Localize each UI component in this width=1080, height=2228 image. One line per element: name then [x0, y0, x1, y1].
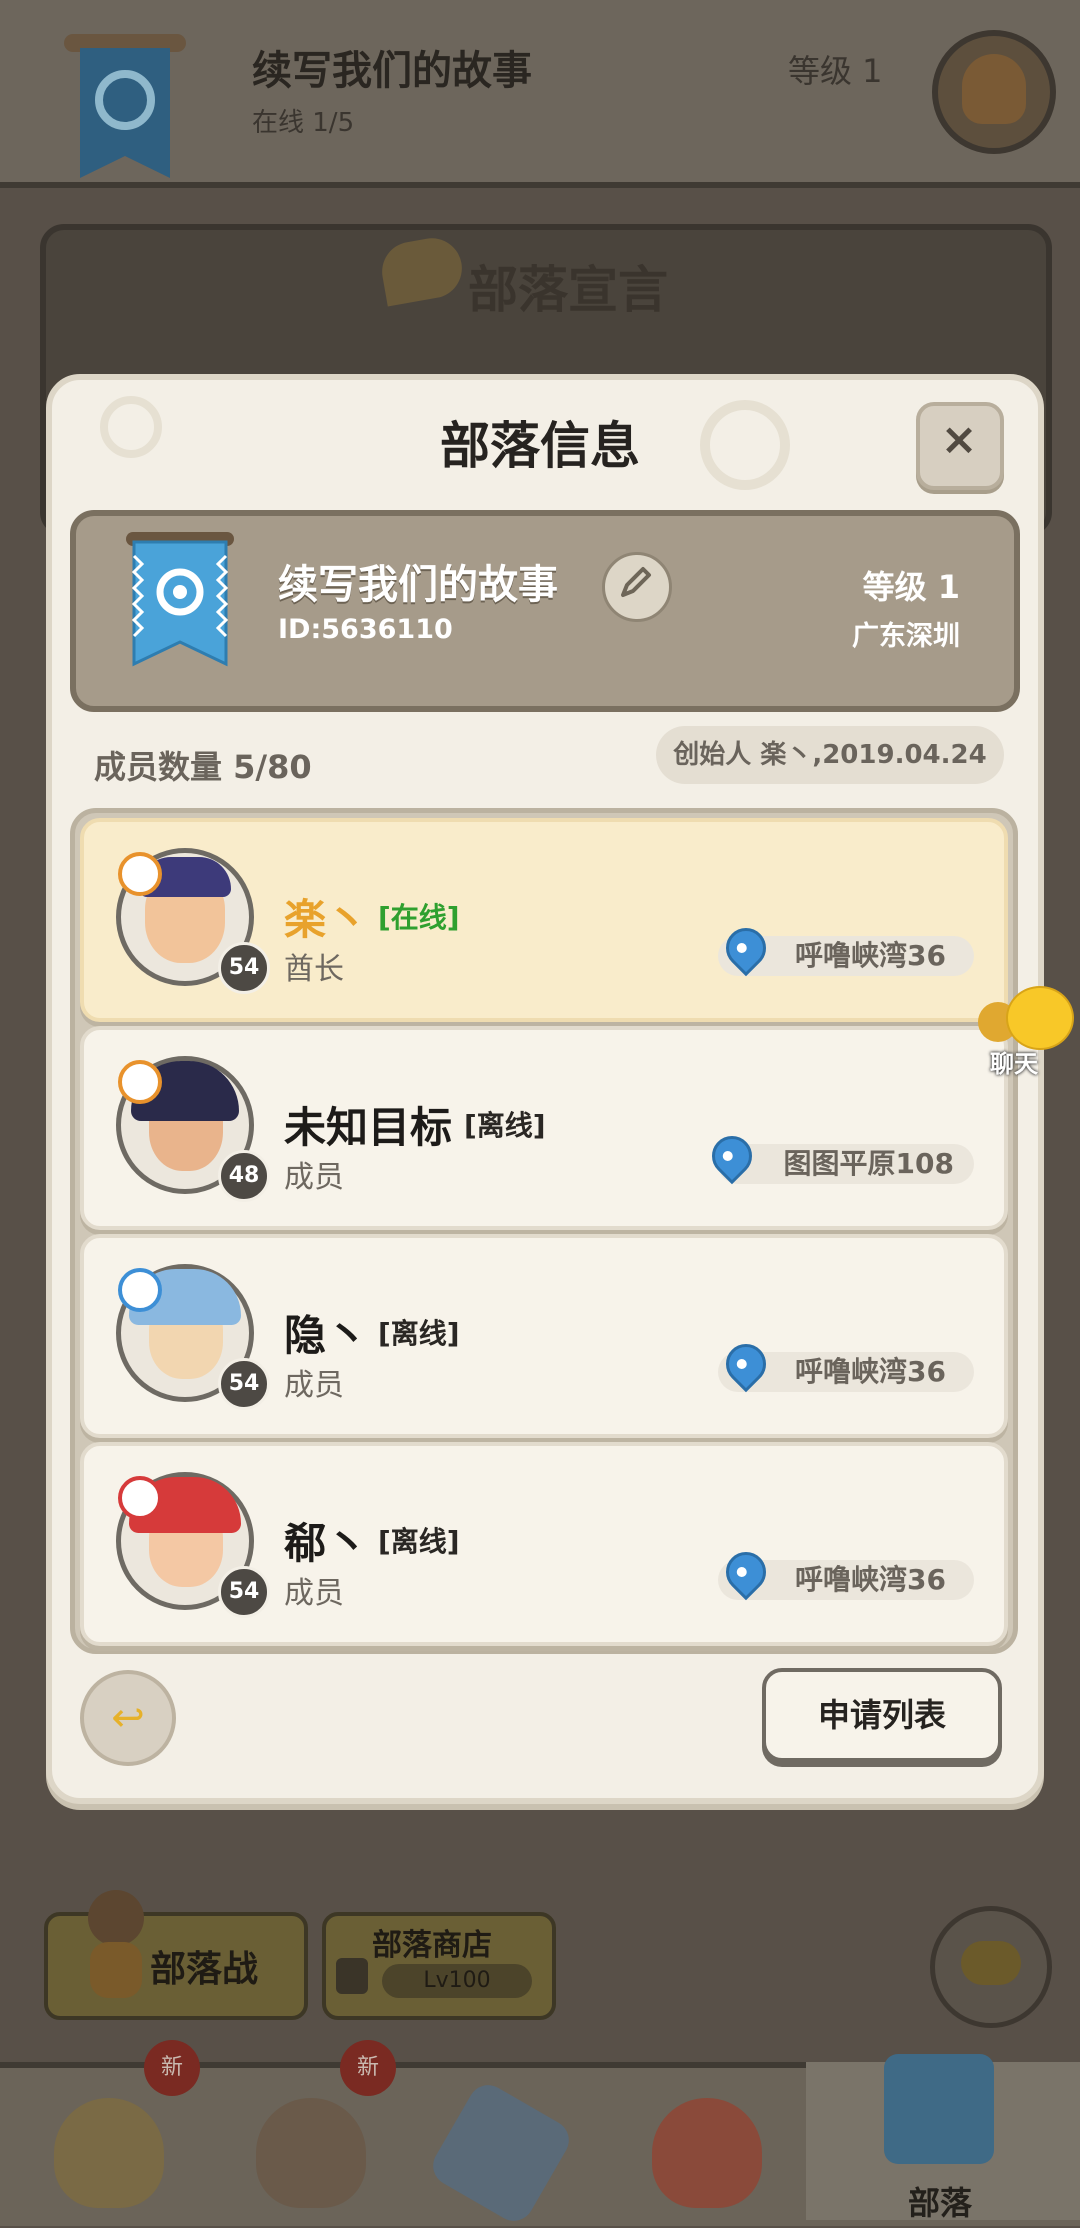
nav-hero-icon[interactable] [236, 2078, 386, 2218]
member-status: [离线] [378, 1317, 460, 1350]
shop-lock-level: Lv100 [382, 1964, 532, 1998]
tribe-id: ID:5636110 [278, 614, 453, 645]
member-count: 成员数量 5/80 [94, 748, 312, 786]
member-level: 54 [218, 1566, 270, 1618]
chat-label: 聊天 [990, 1050, 1038, 1078]
nav-tribe-label: 部落 [908, 2184, 973, 2222]
member-level: 54 [218, 942, 270, 994]
chief-avatar[interactable] [932, 30, 1056, 154]
new-badge: 新 [144, 2040, 200, 2096]
pencil-icon [621, 567, 651, 597]
member-level: 48 [218, 1150, 270, 1202]
tribe-war-label: 部落战 [150, 1949, 259, 1990]
close-icon[interactable]: × [934, 410, 984, 470]
edit-name-button[interactable] [602, 552, 672, 622]
apply-list-button[interactable]: 申请列表 [762, 1668, 1002, 1762]
lock-icon [336, 1958, 368, 1994]
member-role: 酋长 [284, 952, 344, 987]
member-status: [离线] [464, 1109, 546, 1142]
member-status: [在线] [378, 901, 460, 934]
founder-info: 创始人 楽丶,2019.04.24 [656, 726, 1004, 784]
chat-bubble-icon[interactable] [930, 1906, 1052, 2028]
member-location: 图图平原108 [718, 1144, 974, 1184]
member-level: 54 [218, 1358, 270, 1410]
chat-emoji-icon [1006, 986, 1074, 1050]
nav-pet-icon[interactable] [632, 2078, 782, 2218]
tribe-banner-icon [126, 532, 234, 667]
return-button[interactable] [80, 1670, 176, 1766]
member-name: 郗丶 [284, 1519, 369, 1568]
role-icon [118, 1060, 162, 1104]
member-name: 未知目标 [284, 1103, 453, 1152]
member-role: 成员 [284, 1368, 344, 1403]
tribe-info-level: 等级 1 [862, 568, 960, 606]
nav-weapon-icon[interactable] [425, 2077, 577, 2228]
declaration-title: 部落宣言 [468, 261, 668, 319]
member-role: 成员 [284, 1160, 344, 1195]
tribe-shop-label: 部落商店 [372, 1928, 492, 1963]
tribe-region: 广东深圳 [852, 621, 960, 652]
member-name: 楽丶 [284, 895, 369, 944]
role-icon [118, 852, 162, 896]
member-role: 成员 [284, 1576, 344, 1611]
tribe-title: 续写我们的故事 [252, 48, 532, 94]
nav-caveman-icon[interactable] [34, 2078, 184, 2218]
tribe-banner-icon [64, 34, 186, 178]
tribe-name: 续写我们的故事 [278, 562, 558, 608]
nav-tribe-icon[interactable] [864, 2034, 1014, 2174]
online-count: 在线 1/5 [252, 108, 355, 138]
role-icon [118, 1476, 162, 1520]
member-status: [离线] [378, 1525, 460, 1558]
tribe-level: 等级 1 [788, 52, 883, 90]
role-icon [118, 1268, 162, 1312]
member-name: 隐丶 [284, 1311, 369, 1360]
new-badge: 新 [340, 2040, 396, 2096]
